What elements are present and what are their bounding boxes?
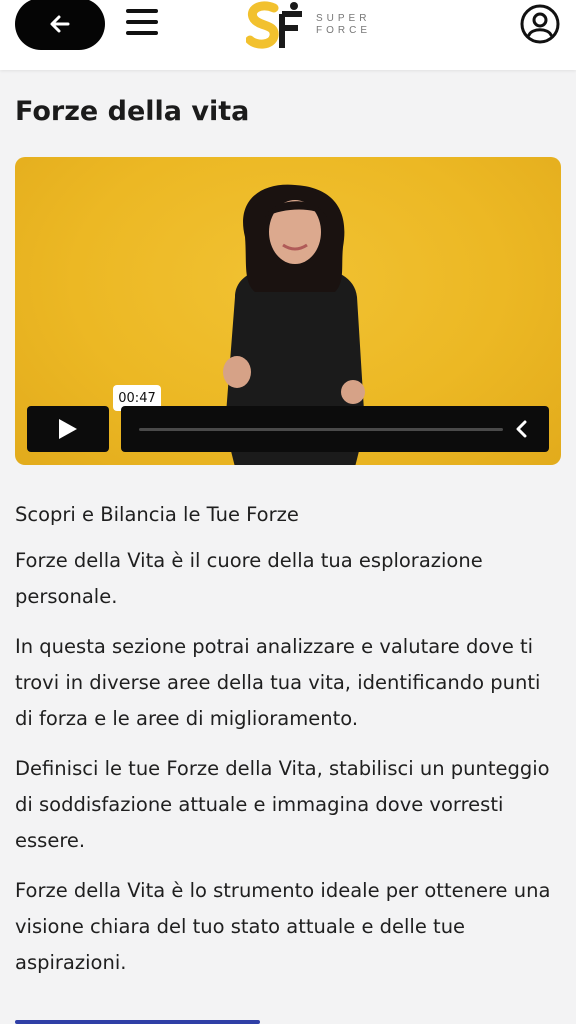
user-circle-icon <box>520 4 560 44</box>
sf-logo-mark <box>246 1 302 49</box>
profile-button[interactable] <box>518 2 562 46</box>
video-player[interactable]: 00:47 <box>15 157 561 465</box>
page-title: Forze della vita <box>15 96 250 127</box>
back-button[interactable] <box>15 0 105 50</box>
description-paragraph: Forze della Vita è lo strumento ideale p… <box>15 879 551 974</box>
description-section: Scopri e Bilancia le Tue Forze Forze del… <box>15 497 561 995</box>
collapse-controls-button[interactable] <box>509 416 535 442</box>
logo-text-super: SUPER <box>316 13 371 24</box>
video-controls-bar <box>121 406 549 452</box>
play-icon <box>59 419 77 439</box>
logo-text-force: FORCE <box>316 25 371 36</box>
hamburger-menu-button[interactable] <box>124 6 160 38</box>
logo-wordmark: SUPER FORCE <box>316 13 371 37</box>
bottom-accent-button-edge[interactable] <box>15 1020 260 1024</box>
description-paragraph: Definisci le tue Forze della Vita, stabi… <box>15 757 550 852</box>
menu-bar <box>126 20 158 24</box>
section-subtitle: Scopri e Bilancia le Tue Forze <box>15 503 299 526</box>
chevron-left-icon <box>516 420 527 438</box>
arrow-left-icon <box>50 15 70 33</box>
superforce-logo[interactable]: SUPER FORCE <box>246 0 371 50</box>
description-paragraph: In questa sezione potrai analizzare e va… <box>15 635 541 730</box>
play-button[interactable] <box>27 406 109 452</box>
menu-bar <box>126 31 158 35</box>
app-header: SUPER FORCE <box>0 0 576 70</box>
video-progress-slider[interactable] <box>139 428 503 431</box>
menu-bar <box>126 9 158 13</box>
description-paragraph: Forze della Vita è il cuore della tua es… <box>15 549 483 608</box>
